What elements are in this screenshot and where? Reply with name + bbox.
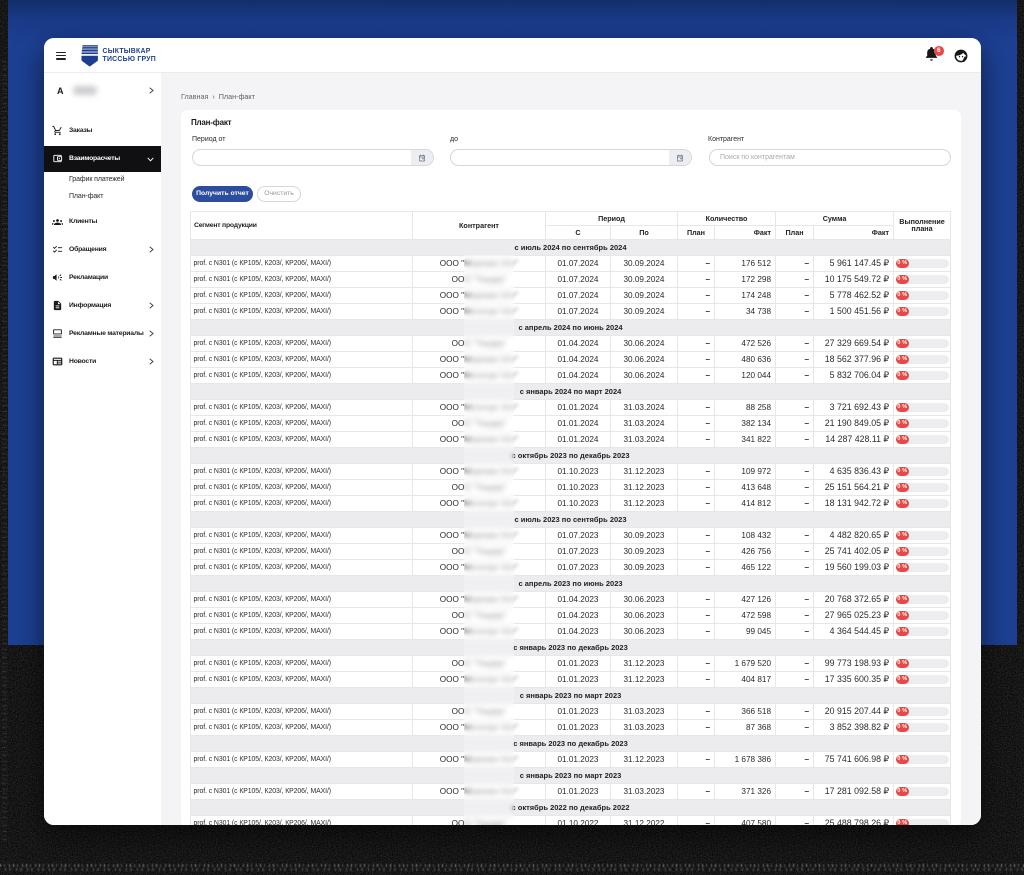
svg-text:ТИССЬЮ ГРУП: ТИССЬЮ ГРУП [103, 56, 157, 63]
svg-text:СЫКТЫВКАР: СЫКТЫВКАР [103, 48, 151, 55]
